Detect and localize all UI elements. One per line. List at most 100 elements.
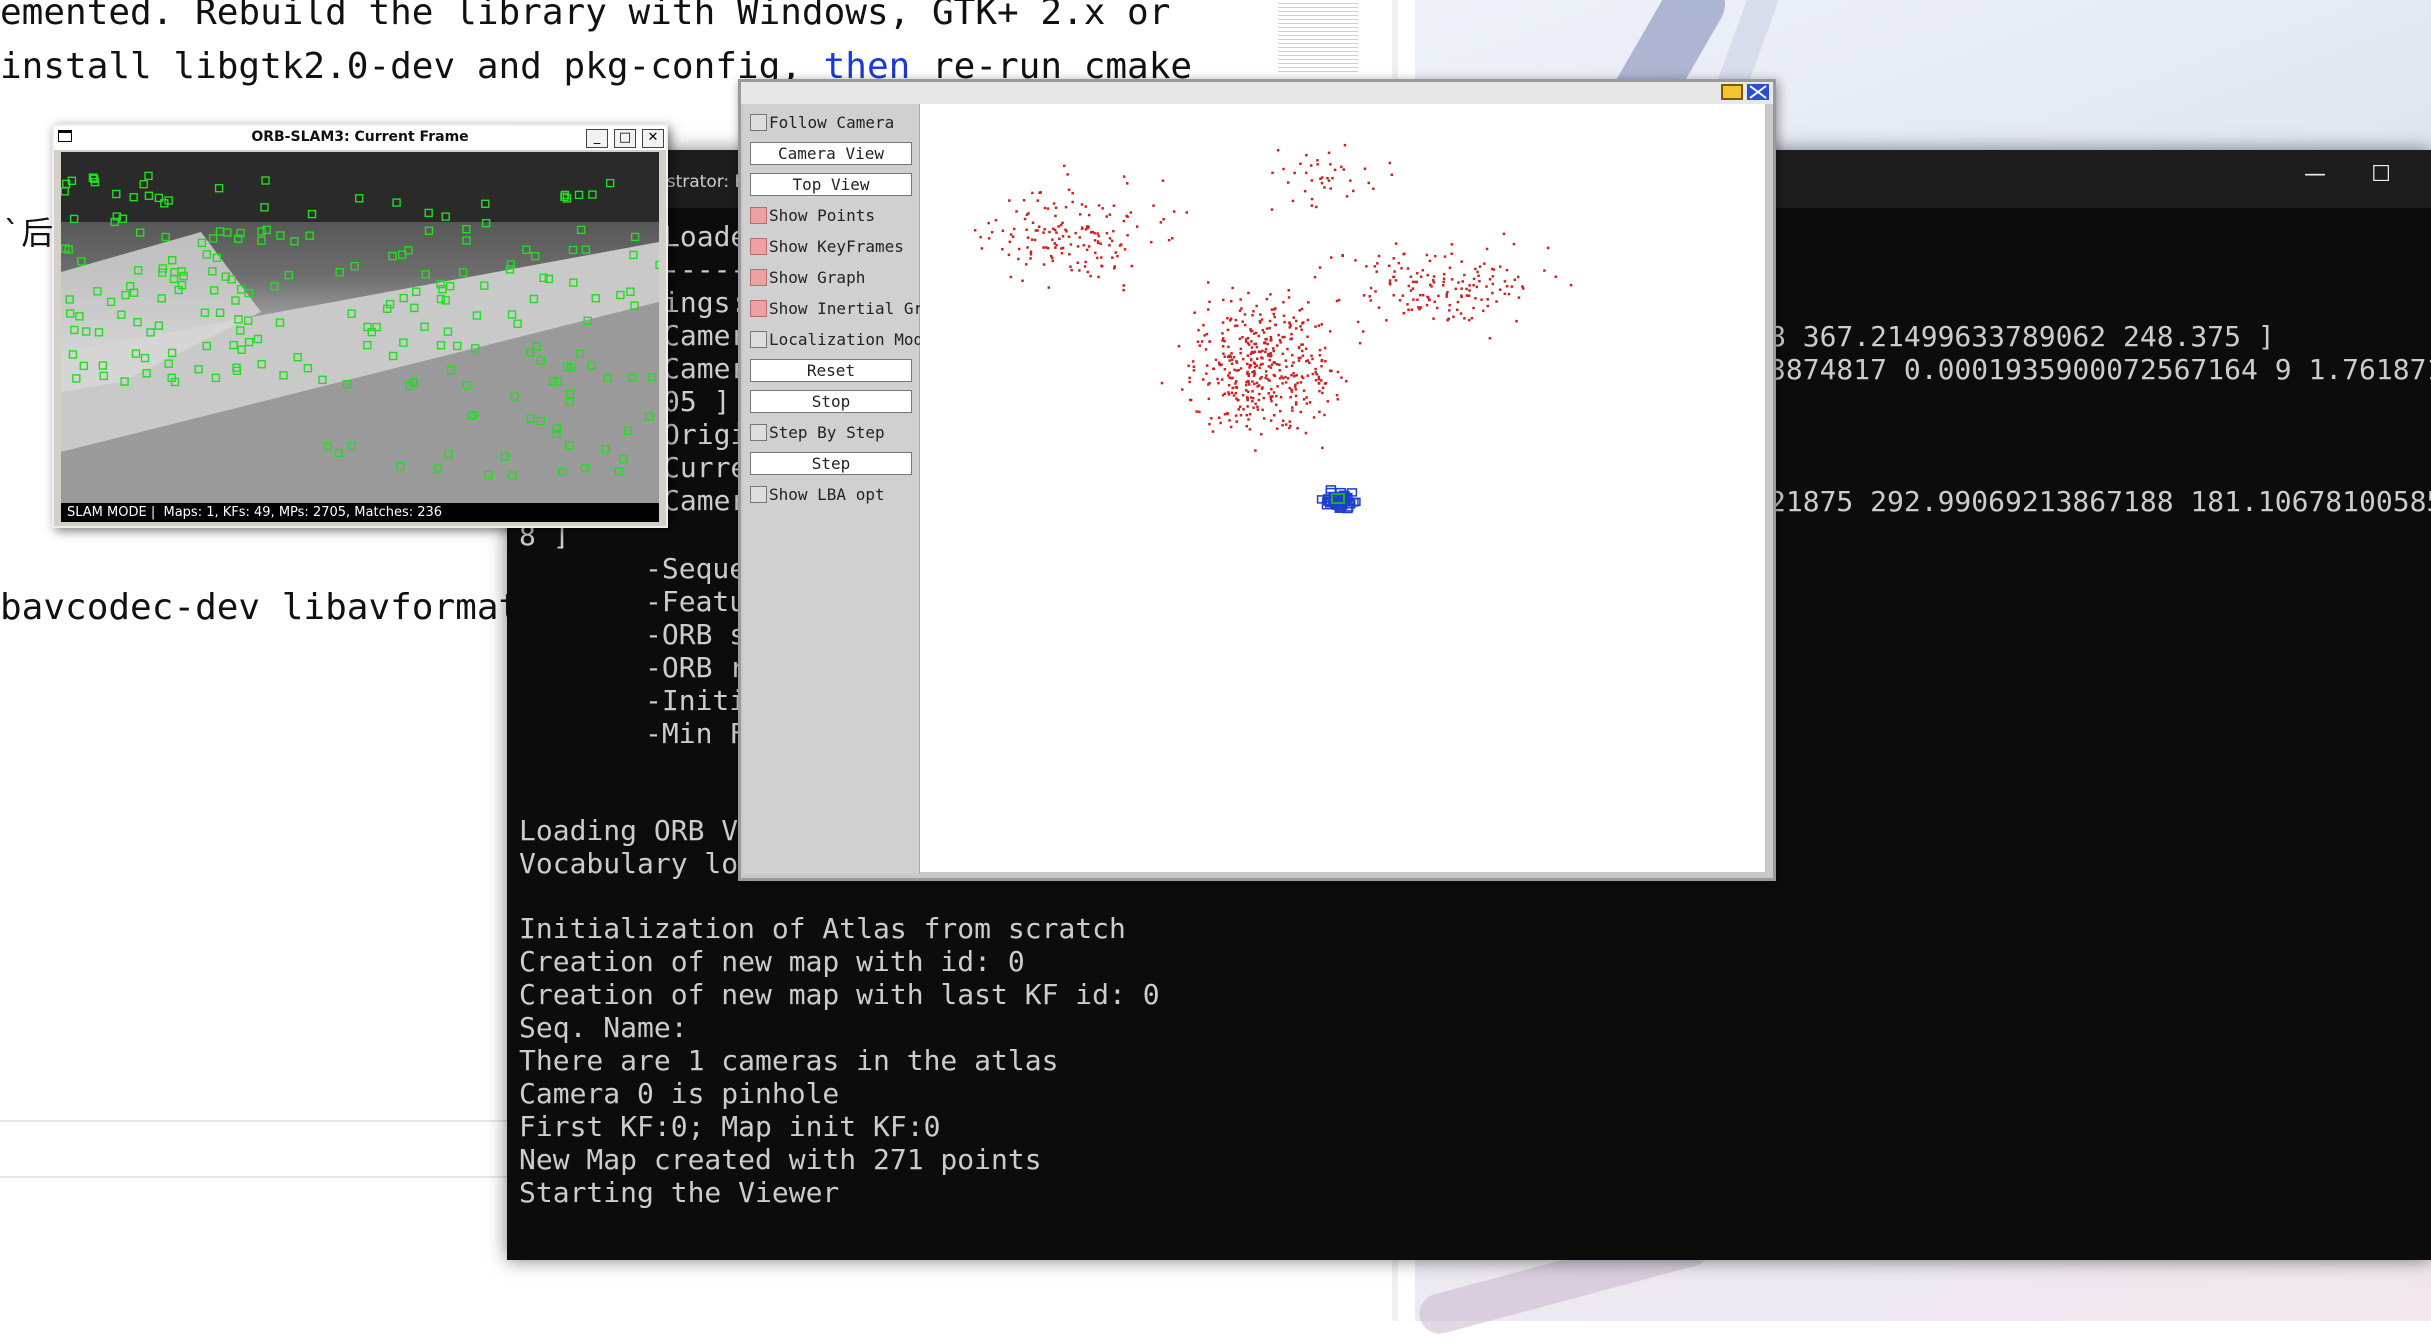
stop-button[interactable]: Stop <box>750 390 912 413</box>
maximize-icon[interactable]: ☐ <box>2371 162 2391 187</box>
map-point <box>1207 281 1210 284</box>
map-point-cloud <box>973 143 1573 514</box>
step-button[interactable]: Step <box>750 452 912 475</box>
map-point <box>1554 275 1557 278</box>
minimize-button[interactable]: _ <box>586 129 608 148</box>
checkbox-icon[interactable] <box>750 114 767 131</box>
map-point <box>1301 354 1305 357</box>
map-point <box>1412 298 1415 301</box>
map-point <box>1272 312 1275 316</box>
map-point <box>1321 386 1325 390</box>
map-point <box>1432 281 1436 284</box>
map-point <box>1285 365 1288 368</box>
map-point <box>1080 227 1084 231</box>
map-point <box>1284 381 1288 384</box>
minimize-icon[interactable]: — <box>2304 162 2326 187</box>
camera-view-button[interactable]: Camera View <box>750 142 912 165</box>
map-point <box>1425 253 1429 257</box>
map-point <box>1275 403 1278 407</box>
map-point <box>1108 244 1111 247</box>
document-thumbnail[interactable] <box>1278 0 1358 74</box>
reset-button[interactable]: Reset <box>750 359 912 382</box>
maximize-button[interactable]: □ <box>614 129 636 148</box>
checkbox-icon[interactable] <box>750 424 767 441</box>
viewer-titlebar[interactable] <box>741 82 1773 104</box>
map-point <box>1239 414 1243 417</box>
map-viewer-window[interactable]: Follow Camera Camera View Top View Show … <box>738 79 1776 881</box>
checkbox-icon[interactable] <box>750 269 767 286</box>
map-point <box>1114 251 1117 254</box>
map-point <box>1342 168 1345 171</box>
map-point <box>1030 238 1034 241</box>
map-point <box>1299 162 1302 165</box>
map-point <box>1505 285 1509 288</box>
map-point <box>1369 286 1373 290</box>
checkbox-icon[interactable] <box>750 486 767 503</box>
map-point <box>1470 316 1474 320</box>
close-button[interactable]: ✕ <box>642 129 664 148</box>
map-point <box>1306 359 1309 362</box>
map-point <box>1099 242 1102 245</box>
map-point <box>1228 359 1231 362</box>
map-point <box>1419 306 1423 309</box>
checkbox-icon[interactable] <box>750 300 767 317</box>
map-3d-canvas[interactable] <box>920 104 1765 872</box>
map-point <box>1198 410 1201 414</box>
map-point <box>1445 293 1448 296</box>
map-point <box>1362 294 1366 297</box>
map-point <box>1208 422 1211 426</box>
map-point <box>1443 255 1447 258</box>
map-point <box>1122 219 1126 223</box>
map-point <box>1269 395 1272 398</box>
map-point <box>1015 210 1018 213</box>
show-lba-opt-checkbox[interactable]: Show LBA opt <box>750 483 885 506</box>
map-point <box>1254 402 1257 406</box>
map-point <box>1203 334 1206 337</box>
map-point <box>1254 449 1257 452</box>
map-point <box>1498 288 1502 291</box>
show-points-checkbox[interactable]: Show Points <box>750 204 875 227</box>
top-view-button[interactable]: Top View <box>750 173 912 196</box>
map-point <box>1051 238 1054 241</box>
map-point <box>1268 326 1271 330</box>
map-point <box>1291 353 1294 357</box>
map-point <box>1289 395 1292 399</box>
follow-camera-checkbox[interactable]: Follow Camera <box>750 111 894 134</box>
minimize-icon[interactable] <box>1721 84 1743 100</box>
map-point <box>1220 363 1223 366</box>
localization-mode-checkbox[interactable]: Localization Mode <box>750 328 933 351</box>
show-keyframes-checkbox[interactable]: Show KeyFrames <box>750 235 904 258</box>
map-point <box>1265 374 1268 377</box>
map-point <box>1059 223 1063 227</box>
map-point <box>1333 168 1337 172</box>
map-point <box>1067 188 1071 191</box>
map-point <box>1122 288 1125 292</box>
map-point <box>1385 319 1388 322</box>
map-point <box>1362 330 1365 333</box>
map-point <box>1223 413 1227 416</box>
checkbox-icon[interactable] <box>750 207 767 224</box>
map-point <box>1116 254 1119 258</box>
map-point <box>1058 237 1061 240</box>
map-point <box>1428 298 1431 302</box>
map-point <box>1244 383 1248 387</box>
map-point <box>1282 419 1285 423</box>
checkbox-icon[interactable] <box>750 238 767 255</box>
map-point <box>1173 210 1176 213</box>
current-frame-window[interactable]: ORB-SLAM3: Current Frame _ □ ✕ SLAM MODE… <box>52 124 668 528</box>
checkbox-icon[interactable] <box>750 331 767 348</box>
close-icon[interactable] <box>1747 84 1769 100</box>
map-point <box>1022 199 1026 202</box>
map-point <box>1292 316 1295 319</box>
frame-titlebar[interactable]: ORB-SLAM3: Current Frame _ □ ✕ <box>54 126 666 150</box>
map-point <box>1374 290 1377 293</box>
map-point <box>1318 266 1322 269</box>
map-point <box>1323 346 1327 350</box>
show-graph-checkbox[interactable]: Show Graph <box>750 266 865 289</box>
map-point <box>1292 372 1295 375</box>
map-point <box>1275 394 1278 398</box>
map-point <box>1317 375 1321 379</box>
map-point <box>1281 335 1284 339</box>
step-by-step-checkbox[interactable]: Step By Step <box>750 421 885 444</box>
map-point <box>1268 319 1272 323</box>
